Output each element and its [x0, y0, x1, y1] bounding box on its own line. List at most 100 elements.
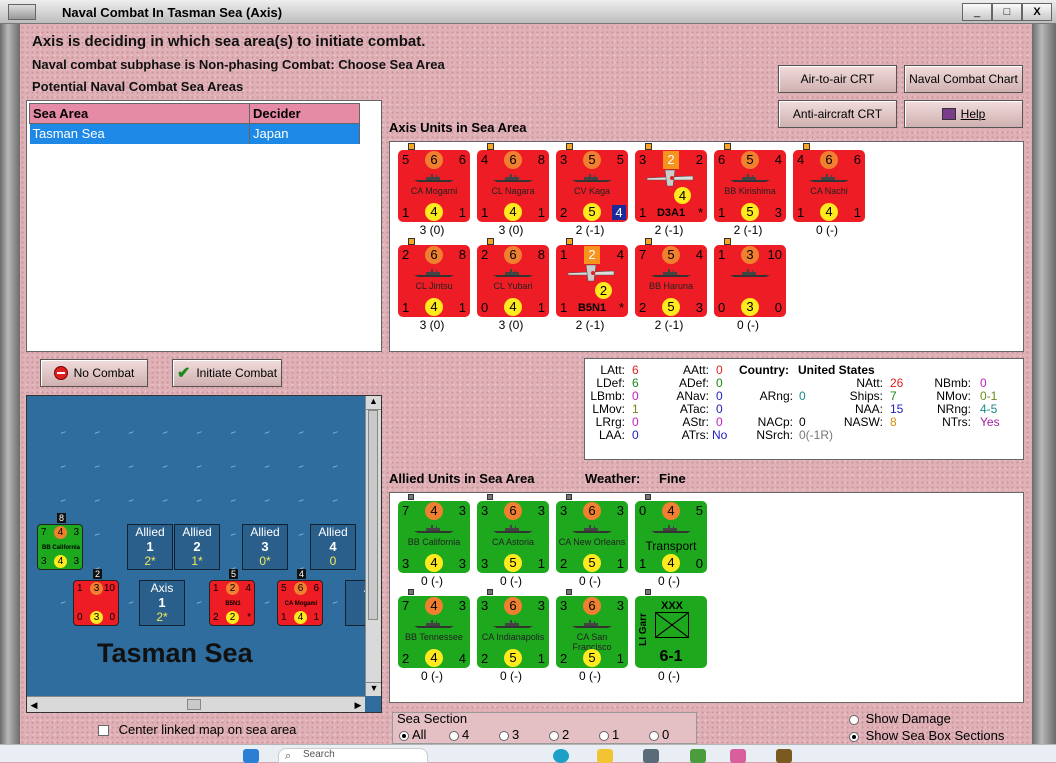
axis-unit-counter[interactable]: 1 3 10 0 3 0 — [714, 245, 786, 317]
calculator-icon[interactable] — [643, 749, 659, 763]
wave-mark-icon — [264, 465, 271, 470]
axis-unit-counter[interactable]: 2 6 8 CL Jintsu 1 4 1 — [398, 245, 470, 317]
map-horizontal-scrollbar[interactable]: ◀ ▶ — [27, 696, 365, 712]
wave-mark-icon — [60, 465, 67, 470]
allied-unit-counter[interactable]: 3 6 3 CA Astoria 3 5 1 — [477, 501, 549, 573]
sea-box-side: Allied — [135, 525, 165, 539]
allied-sea-box-1[interactable]: Allied 1 2* — [127, 524, 173, 570]
help-button[interactable]: Help — [904, 100, 1023, 128]
sea-area-map[interactable]: Allied 1 2* Allied 2 1* Allied 3 0* Allied 4 0 Axis 1… — [26, 395, 382, 713]
sea-section-radio[interactable] — [449, 730, 459, 741]
allied-unit-counter[interactable]: 0 4 5 Transport 1 4 0 — [635, 501, 707, 573]
show-sections-option[interactable]: Show Sea Box Sections — [849, 728, 1004, 743]
allied-sea-box-3[interactable]: Allied 3 0* — [242, 524, 288, 570]
sea-section-option-0[interactable]: All — [399, 727, 426, 742]
infantry-symbol-icon — [655, 612, 689, 638]
sea-section-option-5[interactable]: 0 — [649, 727, 669, 742]
maximize-button[interactable]: □ — [992, 3, 1022, 21]
minimize-button[interactable]: _ — [962, 3, 992, 21]
cell-sea-area[interactable]: Tasman Sea — [29, 123, 250, 144]
close-button[interactable]: X — [1022, 3, 1052, 21]
sheet-icon[interactable] — [690, 749, 706, 763]
col-decider[interactable]: Decider — [249, 103, 360, 124]
sea-section-option-3[interactable]: 2 — [549, 727, 569, 742]
sea-section-radio[interactable] — [599, 730, 609, 741]
axis-unit-counter[interactable]: 3 2 2 4 D3A1 1 * — [635, 150, 707, 222]
game-icon[interactable] — [776, 749, 792, 763]
sea-section-radio[interactable] — [549, 730, 559, 741]
scroll-hthumb[interactable] — [187, 699, 201, 710]
wave-mark-icon — [128, 431, 135, 436]
scroll-down-arrow-icon[interactable]: ▼ — [366, 682, 381, 696]
allied-sea-box-2[interactable]: Allied 2 1* — [174, 524, 220, 570]
allied-sea-box-4[interactable]: Allied 4 0 — [310, 524, 356, 570]
allied-unit-counter[interactable]: 7 4 3 BB Tennessee 2 4 4 — [398, 596, 470, 668]
initiate-combat-button[interactable]: ✔ Initiate Combat — [172, 359, 282, 387]
unit-bottom-right: 0 — [774, 300, 782, 315]
sea-section-radio[interactable] — [649, 730, 659, 741]
map-unit-stack[interactable]: 5 6 6 CA Mogami 1 4 1 — [277, 580, 323, 626]
sea-section-option-1[interactable]: 4 — [449, 727, 469, 742]
mini-bottom-right: 1 — [313, 612, 319, 623]
axis-sea-box-1[interactable]: Axis 1 2* — [139, 580, 185, 626]
unit-bottom-right: 3 — [774, 205, 782, 220]
allied-unit-counter[interactable]: 3 6 3 CA Indianapolis 2 5 1 — [477, 596, 549, 668]
axis-unit-counter[interactable]: 2 6 8 CL Yubari 0 4 1 — [477, 245, 549, 317]
search-box[interactable]: ⌕ Search — [278, 748, 428, 763]
unit-bottom-center: 5 — [583, 554, 601, 572]
unit-top-center: 5 — [662, 246, 680, 264]
sea-section-radio[interactable] — [499, 730, 509, 741]
unit-status-pip — [645, 494, 651, 500]
sea-section-option-2[interactable]: 3 — [499, 727, 519, 742]
axis-unit-counter[interactable]: 7 5 4 BB Haruna 2 5 3 — [635, 245, 707, 317]
center-map-checkbox-row[interactable]: Center linked map on sea area — [98, 722, 296, 737]
unit-bottom-left: 1 — [402, 205, 410, 220]
cell-decider[interactable]: Japan — [249, 123, 360, 144]
scroll-up-arrow-icon[interactable]: ▲ — [366, 396, 381, 410]
wave-mark-icon — [298, 499, 305, 504]
show-damage-radio[interactable] — [849, 714, 859, 725]
show-damage-option[interactable]: Show Damage — [849, 711, 951, 726]
map-unit-stack[interactable]: 1 2 4 B5N1 2 2 * — [209, 580, 255, 626]
air-to-air-crt-button[interactable]: Air-to-air CRT — [778, 65, 897, 93]
scroll-right-arrow-icon[interactable]: ▶ — [351, 697, 365, 712]
unit-range-circle: 2 — [595, 282, 612, 299]
folder-icon[interactable] — [597, 749, 613, 763]
unit-top-right: 3 — [616, 598, 624, 613]
app-icon-taskbar[interactable] — [730, 749, 746, 763]
scroll-left-arrow-icon[interactable]: ◀ — [27, 697, 41, 712]
axis-unit-counter[interactable]: 1 2 4 2 B5N1 1 * — [556, 245, 628, 317]
allied-unit-counter[interactable]: 7 4 3 BB California 3 4 3 — [398, 501, 470, 573]
axis-unit-counter[interactable]: 5 6 6 CA Mogami 1 4 1 — [398, 150, 470, 222]
unit-status-pip — [645, 143, 652, 150]
allied-unit-counter[interactable]: XXX LI Garr 6-1 — [635, 596, 707, 668]
sea-section-radio[interactable] — [399, 730, 409, 741]
center-map-checkbox[interactable] — [98, 725, 109, 737]
axis-unit-counter[interactable]: 4 6 8 CL Nagara 1 4 1 — [477, 150, 549, 222]
map-vertical-scrollbar[interactable]: ▲ ▼ — [365, 396, 381, 696]
no-combat-button[interactable]: No Combat — [40, 359, 148, 387]
col-sea-area[interactable]: Sea Area — [29, 103, 250, 124]
wave-mark-icon — [332, 465, 339, 470]
sea-section-option-4[interactable]: 1 — [599, 727, 619, 742]
naval-combat-chart-button[interactable]: Naval Combat Chart — [904, 65, 1023, 93]
allied-unit-counter[interactable]: 3 6 3 CA New Orleans 2 5 1 — [556, 501, 628, 573]
unit-bottom-left: 1 — [560, 300, 568, 315]
unit-bottom-center: 4 — [820, 203, 838, 221]
edge-icon[interactable] — [553, 749, 569, 763]
map-unit-stack[interactable]: 1 3 10 0 3 0 — [73, 580, 119, 626]
unit-status-pip — [566, 589, 572, 595]
show-sections-radio[interactable] — [849, 731, 859, 742]
unit-top-left: 7 — [402, 503, 410, 518]
table-row[interactable]: Tasman Sea Japan — [29, 123, 360, 144]
axis-unit-counter[interactable]: 3 5 5 CV Kaga 2 5 4 — [556, 150, 628, 222]
axis-unit-counter[interactable]: 4 6 6 CA Nachi 1 4 1 — [793, 150, 865, 222]
start-icon[interactable] — [243, 749, 259, 763]
sea-box-value: 1* — [191, 554, 203, 568]
allied-unit-counter[interactable]: 3 6 3 CA San Francisco 2 5 1 — [556, 596, 628, 668]
anti-aircraft-crt-button[interactable]: Anti-aircraft CRT — [778, 100, 897, 128]
scroll-thumb[interactable] — [368, 410, 378, 620]
map-unit-stack[interactable]: 7 4 3 BB California 3 4 3 — [37, 524, 83, 570]
os-taskbar: ⌕ Search — [0, 744, 1056, 763]
axis-unit-counter[interactable]: 6 5 4 BB Kirishima 1 5 3 — [714, 150, 786, 222]
